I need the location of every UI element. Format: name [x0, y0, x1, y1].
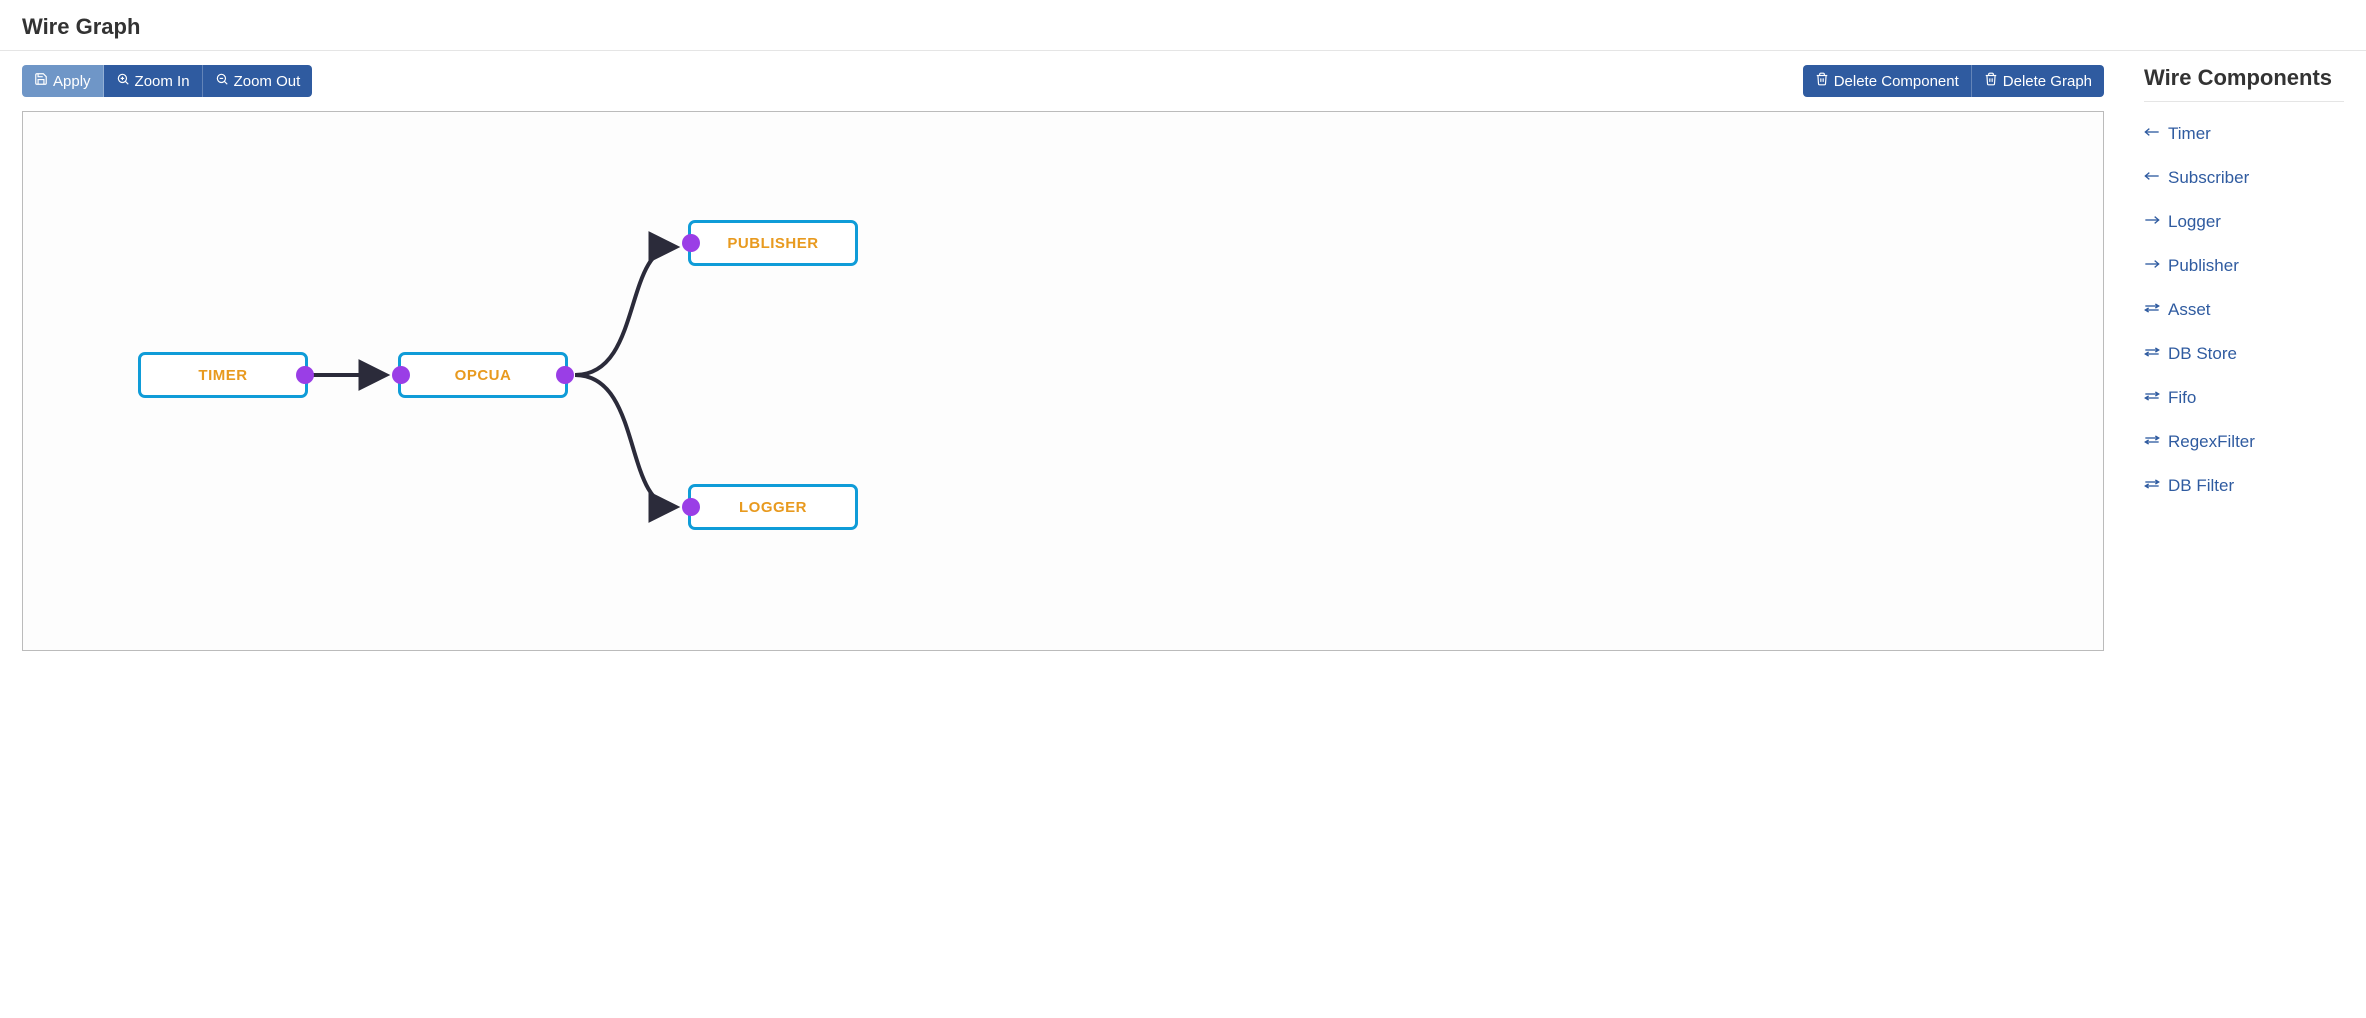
component-subscriber[interactable]: Subscriber [2144, 168, 2249, 188]
node-label: TIMER [198, 367, 247, 384]
arrow-left-icon [2144, 168, 2160, 188]
bidir-icon [2144, 388, 2160, 408]
trash-icon [1815, 72, 1829, 90]
bidir-icon [2144, 344, 2160, 364]
component-publisher[interactable]: Publisher [2144, 256, 2239, 276]
component-item: Publisher [2144, 244, 2344, 288]
component-label: Logger [2168, 212, 2221, 232]
node-publisher[interactable]: PUBLISHER [688, 220, 858, 266]
delete-graph-button[interactable]: Delete Graph [1972, 65, 2104, 97]
bidir-icon [2144, 476, 2160, 496]
apply-label: Apply [53, 73, 91, 90]
zoom-out-button[interactable]: Zoom Out [203, 65, 313, 97]
node-label: OPCUA [455, 367, 512, 384]
component-asset[interactable]: Asset [2144, 300, 2211, 320]
arrow-right-icon [2144, 212, 2160, 232]
component-logger[interactable]: Logger [2144, 212, 2221, 232]
component-item: RegexFilter [2144, 420, 2344, 464]
component-regexfilter[interactable]: RegexFilter [2144, 432, 2255, 452]
delete-component-label: Delete Component [1834, 73, 1959, 90]
component-list: Timer Subscriber Logger Publisher Asset DB St… [2144, 112, 2344, 508]
page-title: Wire Graph [0, 0, 2366, 50]
component-label: Subscriber [2168, 168, 2249, 188]
zoom-out-label: Zoom Out [234, 73, 301, 90]
node-label: LOGGER [739, 499, 807, 516]
trash-icon [1984, 72, 1998, 90]
component-db-store[interactable]: DB Store [2144, 344, 2237, 364]
component-label: Timer [2168, 124, 2211, 144]
bidir-icon [2144, 300, 2160, 320]
toolbar-left-group: Apply Zoom In Zoom Out [22, 65, 312, 97]
toolbar-right-group: Delete Component Delete Graph [1803, 65, 2104, 97]
toolbar: Apply Zoom In Zoom Out [22, 65, 2104, 97]
node-opcua[interactable]: OPCUA [398, 352, 568, 398]
component-label: DB Store [2168, 344, 2237, 364]
zoom-in-label: Zoom In [135, 73, 190, 90]
apply-button[interactable]: Apply [22, 65, 104, 97]
node-label: PUBLISHER [727, 235, 818, 252]
arrow-left-icon [2144, 124, 2160, 144]
node-logger[interactable]: LOGGER [688, 484, 858, 530]
wires-layer [23, 112, 2103, 650]
component-label: DB Filter [2168, 476, 2234, 496]
port-in[interactable] [682, 498, 700, 516]
delete-component-button[interactable]: Delete Component [1803, 65, 1972, 97]
arrow-right-icon [2144, 256, 2160, 276]
port-out[interactable] [556, 366, 574, 384]
port-in[interactable] [682, 234, 700, 252]
component-item: DB Filter [2144, 464, 2344, 508]
component-db-filter[interactable]: DB Filter [2144, 476, 2234, 496]
node-timer[interactable]: TIMER [138, 352, 308, 398]
component-item: Timer [2144, 112, 2344, 156]
port-in[interactable] [392, 366, 410, 384]
sidebar: Wire Components Timer Subscriber Logger Pub… [2144, 65, 2344, 508]
component-label: Publisher [2168, 256, 2239, 276]
zoom-in-icon [116, 72, 130, 90]
delete-graph-label: Delete Graph [2003, 73, 2092, 90]
graph-canvas[interactable]: TIMER OPCUA PUBLISHER LOGGER [22, 111, 2104, 651]
component-item: Logger [2144, 200, 2344, 244]
save-icon [34, 72, 48, 90]
component-fifo[interactable]: Fifo [2144, 388, 2196, 408]
sidebar-title: Wire Components [2144, 65, 2344, 102]
bidir-icon [2144, 432, 2160, 452]
component-item: Subscriber [2144, 156, 2344, 200]
component-timer[interactable]: Timer [2144, 124, 2211, 144]
component-label: RegexFilter [2168, 432, 2255, 452]
component-label: Fifo [2168, 388, 2196, 408]
component-item: Fifo [2144, 376, 2344, 420]
zoom-out-icon [215, 72, 229, 90]
port-out[interactable] [296, 366, 314, 384]
component-label: Asset [2168, 300, 2211, 320]
component-item: Asset [2144, 288, 2344, 332]
zoom-in-button[interactable]: Zoom In [104, 65, 203, 97]
component-item: DB Store [2144, 332, 2344, 376]
